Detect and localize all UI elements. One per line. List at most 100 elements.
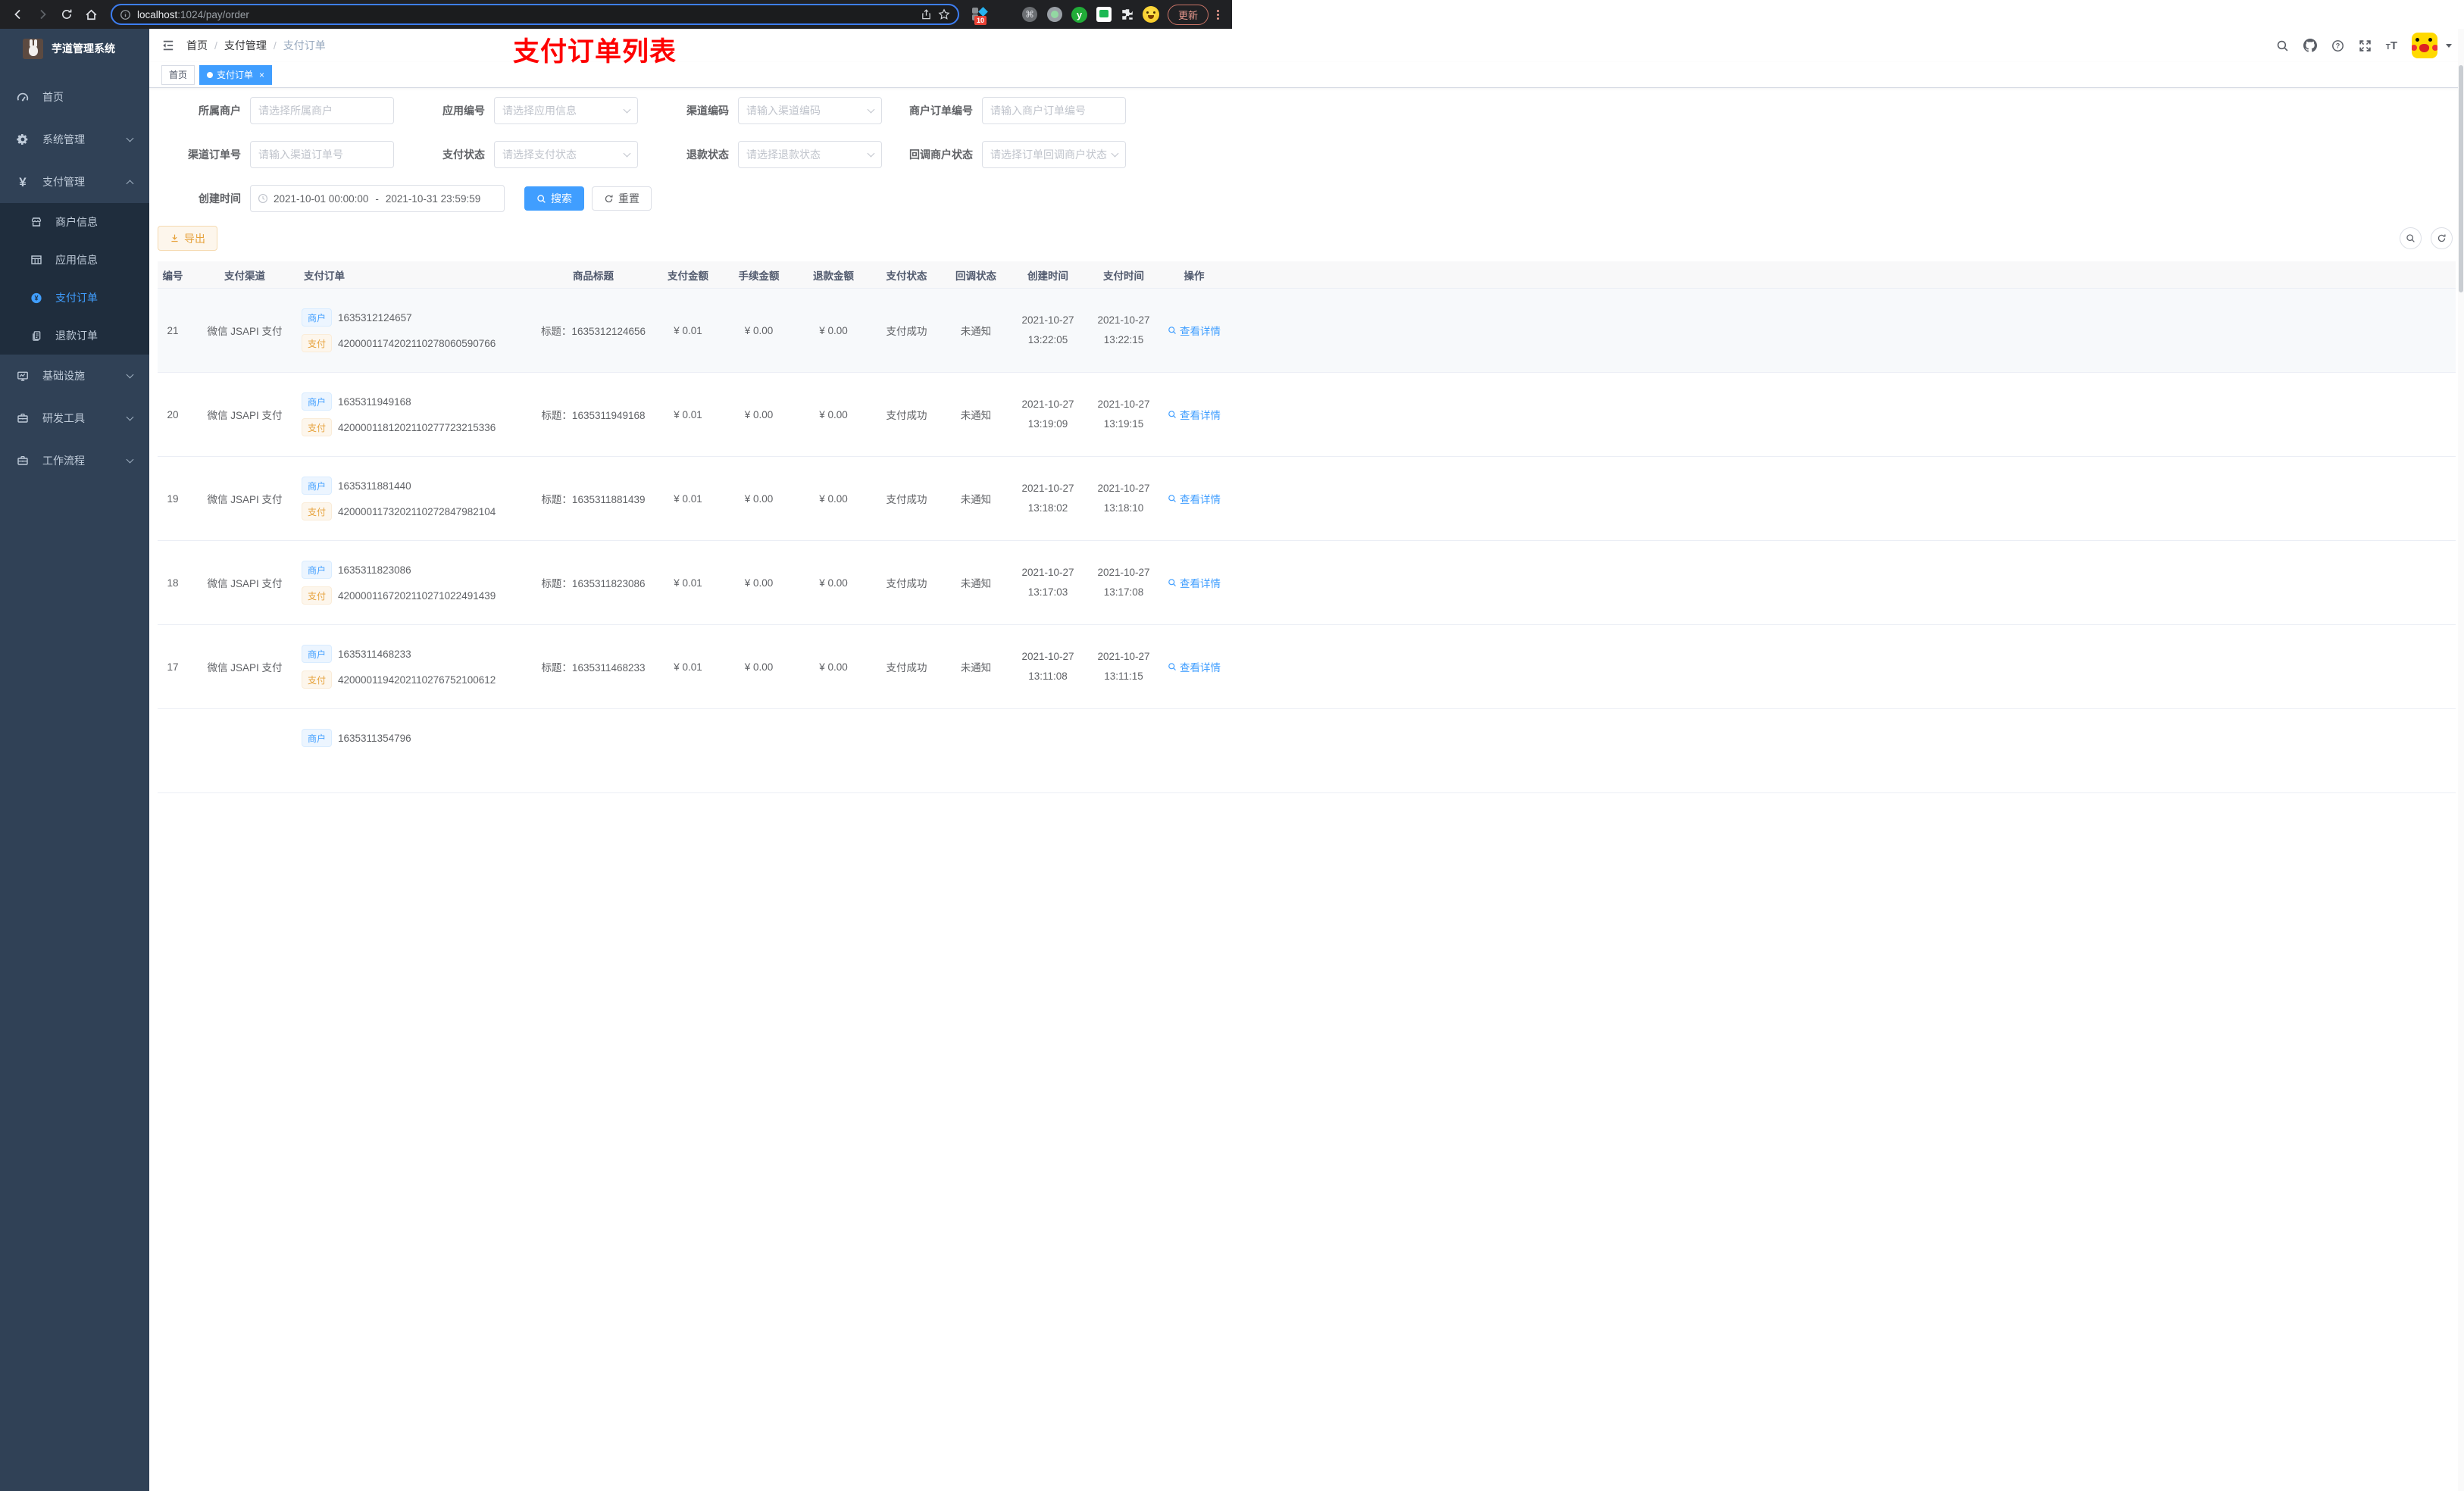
view-detail-link[interactable]: 查看详情	[1168, 491, 1221, 506]
share-icon[interactable]	[921, 8, 932, 20]
view-detail-link[interactable]: 查看详情	[1168, 659, 1221, 674]
sidebar-item-9-工作流程[interactable]: 工作流程	[0, 439, 149, 482]
toggle-search-button[interactable]	[2400, 227, 2422, 249]
select-渠道编码[interactable]: 请输入渠道编码	[738, 97, 882, 124]
avatar-caret-icon[interactable]	[2446, 43, 2452, 48]
back-icon[interactable]	[8, 4, 29, 25]
column-header-4: 商品标题	[573, 270, 614, 282]
clock-icon	[258, 193, 268, 204]
tab-close-icon[interactable]: ×	[259, 70, 264, 80]
cell-order: 商户 1635311949168 支付 4200001181202110277723…	[302, 392, 533, 436]
filter-field: 商户订单编号 请输入商户订单编号	[890, 97, 1134, 124]
pay-order-no: 4200001194202110276752100612	[338, 674, 496, 686]
filter-label: 商户订单编号	[909, 105, 973, 117]
fullscreen-icon[interactable]	[2359, 39, 2372, 52]
github-icon[interactable]	[2303, 39, 2317, 52]
sidebar-item-0-首页[interactable]: 首页	[0, 76, 149, 118]
logo-rabbit-icon	[23, 38, 43, 59]
sidebar-item-6-退款订单[interactable]: 退款订单	[0, 317, 149, 355]
main-area: 首页 / 支付管理 / 支付订单 支付订单列表 ? TT 首页 支付订单 × 所属…	[149, 29, 2464, 1491]
sidebar-item-3-商户信息[interactable]: 商户信息	[0, 203, 149, 241]
select-支付状态[interactable]: 请选择支付状态	[494, 141, 638, 168]
date-range-input[interactable]: 2021-10-01 00:00:00 - 2021-10-31 23:59:5…	[250, 185, 505, 212]
date-filter-label: 创建时间	[199, 192, 241, 205]
input-商户订单编号[interactable]: 请输入商户订单编号	[982, 97, 1126, 124]
select-应用编号[interactable]: 请选择应用信息	[494, 97, 638, 124]
view-detail-link[interactable]: 查看详情	[1168, 575, 1221, 590]
sidebar-collapse-icon[interactable]	[161, 39, 175, 52]
home-icon[interactable]	[80, 4, 102, 25]
sidebar-item-4-应用信息[interactable]: 应用信息	[0, 241, 149, 279]
chat-extension-icon[interactable]	[1096, 7, 1112, 22]
filter-field: 所属商户 请选择所属商户	[158, 97, 402, 124]
grid-icon	[30, 254, 42, 266]
site-info-icon[interactable]	[120, 9, 131, 20]
app-logo[interactable]: 芋道管理系统	[0, 29, 149, 68]
address-bar[interactable]: localhost:1024/pay/order	[111, 4, 959, 25]
bookmark-star-icon[interactable]	[938, 8, 950, 20]
sidebar-item-5-支付订单[interactable]: ¥ 支付订单	[0, 279, 149, 317]
url-text: localhost:1024/pay/order	[137, 9, 249, 20]
profile-avatar-icon[interactable]	[1143, 6, 1159, 23]
browser-menu-icon[interactable]	[1217, 9, 1220, 20]
cell-pay-time: 2021-10-27 13:19:15	[1097, 399, 1150, 430]
proxy-extension-icon[interactable]	[1047, 7, 1062, 22]
cell-refund-amount: ¥ 0.00	[819, 324, 848, 336]
cell-id: 20	[167, 408, 179, 420]
filter-placeholder: 请输入渠道编码	[746, 105, 821, 117]
url-path: :1024/pay/order	[177, 8, 249, 20]
header-search-icon[interactable]	[2276, 39, 2289, 52]
breadcrumb-home[interactable]: 首页	[186, 38, 208, 53]
pay-tag: 支付	[302, 502, 333, 520]
yen-icon: ¥	[19, 174, 27, 189]
filter-placeholder: 请输入渠道订单号	[258, 148, 343, 161]
balloon-extension-icon[interactable]	[996, 6, 1013, 23]
input-所属商户[interactable]: 请选择所属商户	[250, 97, 394, 124]
browser-update-button[interactable]: 更新	[1168, 4, 1209, 25]
input-渠道订单号[interactable]: 请输入渠道订单号	[250, 141, 394, 168]
cell-pay-status: 支付成功	[886, 410, 927, 421]
tab-home[interactable]: 首页	[161, 64, 195, 85]
tab-pay-order[interactable]: 支付订单 ×	[199, 64, 273, 85]
filter-field: 渠道编码 请输入渠道编码	[646, 97, 890, 124]
sidebar-item-8-研发工具[interactable]: 研发工具	[0, 397, 149, 439]
sidebar-item-7-基础设施[interactable]: 基础设施	[0, 355, 149, 397]
sidebar-item-label: 支付管理	[42, 176, 85, 188]
y-extension-icon[interactable]: y	[1071, 6, 1087, 23]
sidebar-item-2-支付管理[interactable]: ¥ 支付管理	[0, 161, 149, 203]
view-detail-link[interactable]: 查看详情	[1168, 323, 1221, 338]
chevron-down-icon	[126, 413, 134, 421]
search-button[interactable]: 搜索	[524, 186, 584, 211]
export-button[interactable]: 导出	[158, 226, 217, 251]
reset-button[interactable]: 重置	[592, 186, 652, 211]
column-header-1: 编号	[162, 270, 183, 282]
page-scrollbar[interactable]	[2458, 29, 2464, 1491]
command-extension-icon[interactable]: ⌘	[1022, 7, 1037, 22]
sidebar: 芋道管理系统 首页 系统管理 ¥ 支付管理商户信息 应用信息 ¥ 支付订单 退款订单 基础设施研…	[0, 29, 149, 1491]
document-icon	[30, 330, 42, 342]
puzzle-extensions-icon[interactable]	[1121, 8, 1134, 21]
merchant-order-no: 1635311468233	[338, 648, 411, 660]
user-avatar[interactable]	[2412, 33, 2437, 58]
select-退款状态[interactable]: 请选择退款状态	[738, 141, 882, 168]
reload-icon[interactable]	[56, 4, 77, 25]
tags-view-bar: 首页 支付订单 ×	[149, 62, 2464, 88]
merchant-order-no: 1635311354796	[338, 732, 411, 744]
devtools-extension-icon[interactable]: 10	[971, 6, 988, 25]
filter-label: 所属商户	[199, 105, 241, 117]
refresh-table-button[interactable]	[2431, 227, 2453, 249]
cell-action: 查看详情	[1162, 659, 1227, 674]
merchant-order-no: 1635311949168	[338, 395, 411, 408]
breadcrumb-pay[interactable]: 支付管理	[224, 38, 267, 53]
cell-id: 18	[167, 577, 179, 589]
cell-notify-status: 未通知	[960, 326, 992, 337]
sidebar-item-1-系统管理[interactable]: 系统管理	[0, 118, 149, 161]
view-detail-link[interactable]: 查看详情	[1168, 407, 1221, 422]
forward-icon[interactable]	[32, 4, 53, 25]
font-size-icon[interactable]: TT	[2386, 39, 2397, 52]
filter-placeholder: 请选择退款状态	[746, 148, 821, 161]
scrollbar-thumb[interactable]	[2459, 65, 2463, 292]
select-回调商户状态[interactable]: 请选择订单回调商户状态	[982, 141, 1126, 168]
help-icon[interactable]: ?	[2331, 39, 2344, 52]
page-title-annotation: 支付订单列表	[513, 37, 677, 67]
